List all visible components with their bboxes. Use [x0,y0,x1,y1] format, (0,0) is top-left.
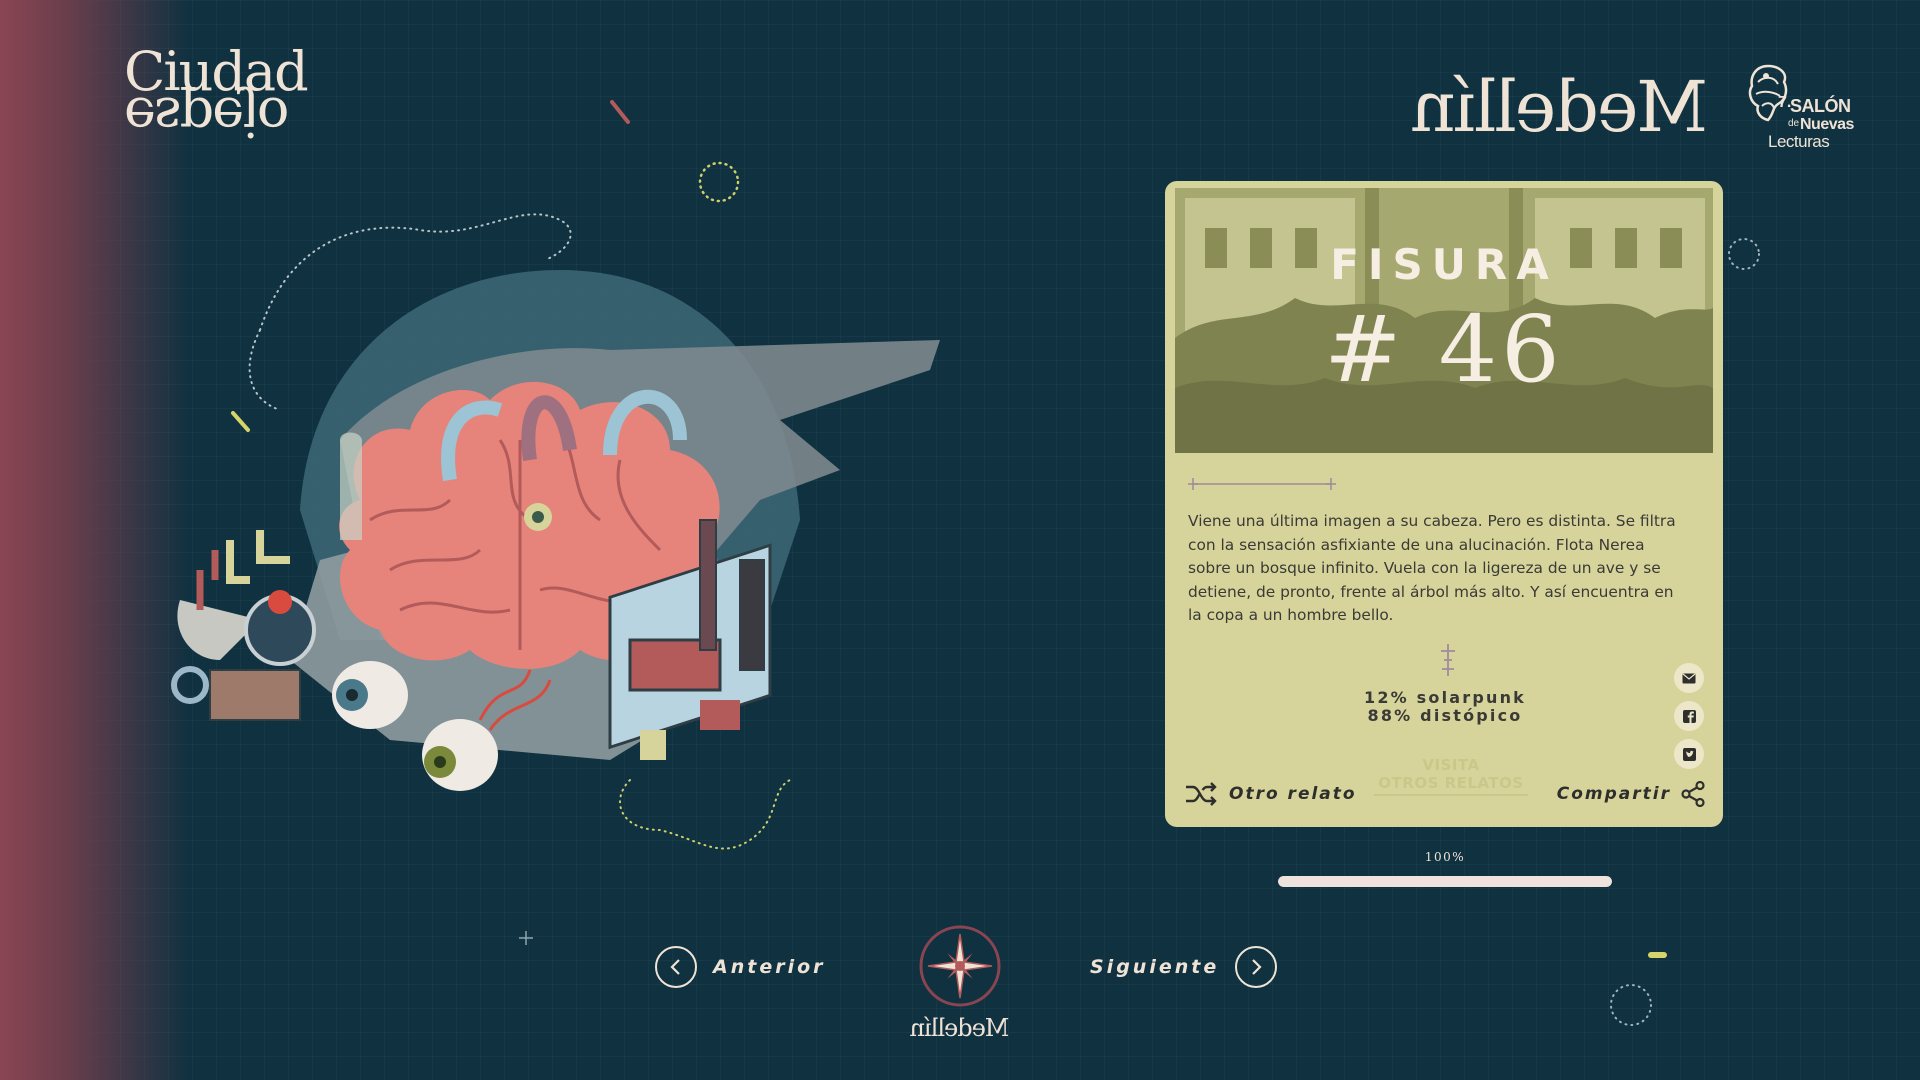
previous-label: Anterior [713,956,826,978]
share-icon [1681,781,1705,807]
chevron-right-icon [1235,946,1278,988]
ciudad-espejo-logo[interactable]: Ciudad espejo [124,44,309,149]
decorative-dotted-circle [1728,238,1760,270]
decorative-dash [1648,952,1667,958]
salon-lecturas: Lecturas [1768,132,1830,151]
share-label: Compartir [1556,784,1671,804]
stat-solarpunk: 12% solarpunk [1363,688,1527,707]
shuffle-icon [1186,782,1217,806]
story-number: # 46 [1324,296,1564,403]
compass-icon[interactable] [918,924,1002,1008]
stat-distopico: 88% distópico [1367,706,1523,725]
previous-story-button[interactable]: Anterior [655,946,826,988]
visit-line-2: OTROS RELATOS [1378,774,1524,792]
share-mail-button[interactable] [1674,663,1704,693]
share-twitter-button[interactable] [1674,739,1704,769]
visit-line-1: VISITA [1422,756,1480,774]
share-button[interactable]: Compartir [1557,781,1705,807]
decorative-dash [610,100,630,124]
story-header-image: FISURA # 46 [1175,188,1713,453]
mail-icon [1682,673,1696,683]
salon-nuevas-lecturas-logo[interactable]: 7. SALÓN de Nuevas Lecturas [1744,60,1854,152]
reading-progress-fill [1278,876,1612,887]
ornament-divider [1188,478,1336,490]
story-excerpt: Viene una última imagen a su cabeza. Per… [1188,512,1676,624]
logo-line-espejo: espejo [124,85,288,149]
chevron-left-icon [655,946,697,988]
ornament-icon [1441,644,1455,676]
salon-emblem-icon [1748,64,1788,122]
progress-label: 100% [1424,850,1466,864]
story-title: FISURA [1330,240,1558,289]
brain-dome-illustration [171,213,940,850]
reading-progress-bar [1278,876,1612,887]
salon-de: de [1788,118,1800,129]
decorative-cross [519,931,533,945]
salon-word: SALÓN [1790,96,1851,116]
next-story-button[interactable]: Siguiente [1090,946,1278,988]
next-label: Siguiente [1090,956,1220,978]
random-story-label: Otro relato [1229,784,1357,804]
twitter-icon [1682,747,1696,761]
story-card: FISURA # 46 Viene una última imagen a su… [1165,181,1723,827]
random-story-button[interactable]: Otro relato [1185,782,1357,806]
share-facebook-button[interactable] [1674,701,1704,731]
story-stats: 12% solarpunk 88% distópico [1285,689,1605,725]
compass-city-label: Medellín [910,1014,1010,1042]
facebook-icon [1682,709,1696,723]
visit-other-stories-link[interactable]: VISITA OTROS RELATOS [1374,756,1528,796]
decorative-dotted-circle [1610,984,1652,1026]
medellin-logo[interactable]: Medellín [1412,66,1708,148]
